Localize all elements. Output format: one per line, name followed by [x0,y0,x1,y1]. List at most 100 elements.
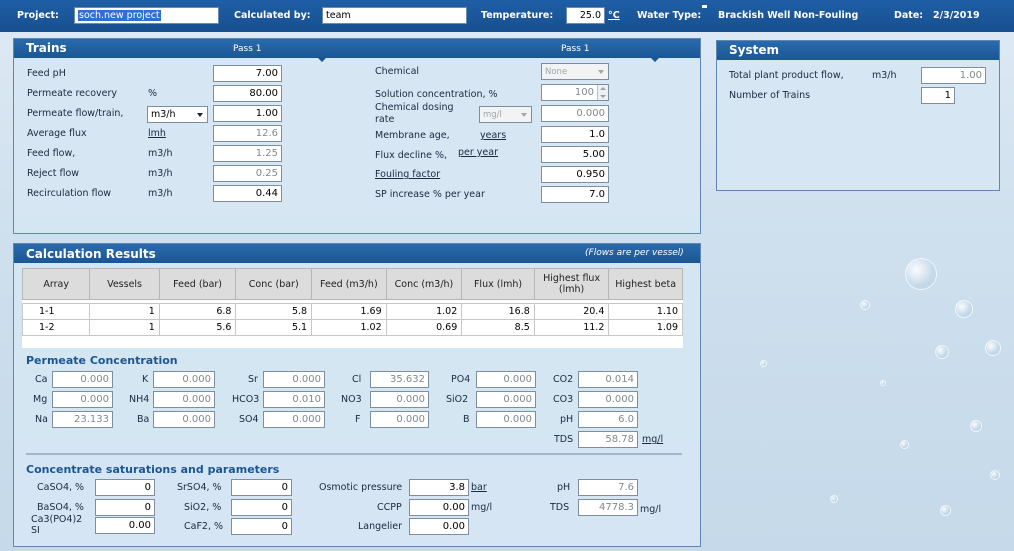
water-drop [860,300,870,310]
ion-label: NH4 [129,394,150,405]
total-product-flow-label: Total plant product flow, [729,70,844,81]
permeate-recovery-input[interactable]: 80.00 [213,85,282,102]
table-row: 1-1 1 6.8 5.8 1.69 1.02 16.8 20.4 1.10 [21,303,683,320]
total-product-flow-input[interactable]: 1.00 [921,67,986,84]
chemical-dosing-label-line2: rate [375,114,395,125]
srso4-label: SrSO4, % [177,482,222,493]
concentrate-tds-unit: mg/l [640,504,662,515]
ion-label: CO2 [553,374,574,385]
feed-ph-input[interactable]: 7.00 [213,65,282,82]
project-input[interactable]: soch.new project [74,7,219,24]
sp-increase-input[interactable]: 7.0 [541,186,609,203]
ion-value: 0.000 [370,391,429,408]
results-table: Array Vessels Feed (bar) Conc (bar) Feed… [21,268,683,336]
table-cell: 0.69 [385,319,463,336]
langelier-label: Langelier [358,521,403,532]
ion-value: 6.0 [578,411,638,428]
header-bar: Project: soch.new project Calculated by:… [0,0,1014,32]
water-drop [940,505,951,516]
pass-tab-arrow [651,58,659,62]
ion-value: 35.632 [370,371,429,388]
concentrate-tds-value: 4778.3 [578,499,638,516]
feed-flow-unit: m3/h [148,148,173,159]
membrane-age-input[interactable]: 1.0 [541,126,609,143]
permeate-flow-input[interactable]: 1.00 [213,105,282,122]
reject-flow-label: Reject flow [27,168,80,179]
solution-concentration-stepper[interactable]: 100 [541,84,609,101]
water-drop [905,258,937,290]
calculated-by-input[interactable]: team [322,7,467,24]
ion-label: HCO3 [232,394,260,405]
chemical-select[interactable]: None [541,63,609,80]
fouling-factor-link[interactable]: Fouling factor [375,169,440,180]
sio2-sat-label: SiO2, % [184,502,222,513]
caso4-value: 0 [95,479,155,496]
ion-label: PO4 [451,374,471,385]
ion-value: 0.000 [370,411,429,428]
permeate-tds-value: 58.78 [578,431,638,448]
langelier-value: 0.00 [409,518,469,535]
col-array: Array [21,268,91,300]
number-of-trains-label: Number of Trains [729,90,811,101]
table-cell: 11.2 [533,319,610,336]
flux-decline-label: Flux decline %, [375,150,448,161]
ion-value: 0.000 [578,391,638,408]
water-type-label: Water Type: [637,10,702,21]
chevron-down-icon [197,113,203,117]
pass-1-label-right[interactable]: Pass 1 [561,44,590,54]
ion-value: 0.000 [263,371,325,388]
membrane-age-unit-link[interactable]: years [480,130,506,141]
ion-value: 0.000 [52,391,113,408]
date-value: 2/3/2019 [933,10,980,21]
table-cell: 16.8 [461,303,535,320]
ion-label: SO4 [239,414,259,425]
system-panel: System [716,40,1000,191]
table-cell: 5.1 [235,319,313,336]
spinner-arrows-icon[interactable] [597,85,608,100]
pass-tab-arrow [318,58,326,62]
dosing-rate-value: 0.000 [541,105,609,122]
sio2-sat-value: 0 [231,499,292,516]
caf2-label: CaF2, % [184,521,224,532]
water-type-marker [702,5,707,8]
chemical-label: Chemical [375,66,420,77]
membrane-age-label: Membrane age, [375,130,450,141]
table-cell: 6.8 [158,303,237,320]
ion-value: 0.000 [153,391,215,408]
calculated-by-label: Calculated by: [234,10,311,21]
col-highest-beta: Highest beta [608,268,683,300]
ion-label: pH [560,414,574,425]
flux-decline-input[interactable]: 5.00 [541,146,609,163]
ion-label: Mg [33,394,48,405]
recirculation-flow-input[interactable]: 0.44 [213,185,282,202]
capo4-value: 0.00 [95,517,155,534]
ion-label: F [355,414,361,425]
number-of-trains-input[interactable]: 1 [921,87,955,104]
permeate-tds-unit-link[interactable]: mg/l [642,434,663,445]
osmotic-pressure-unit-link[interactable]: bar [471,482,487,493]
average-flux-label: Average flux [27,128,87,139]
average-flux-unit-link[interactable]: lmh [148,128,166,139]
table-cell: 1.09 [608,319,683,336]
feed-flow-value: 1.25 [213,145,282,162]
pass-1-label-left[interactable]: Pass 1 [233,44,262,54]
permeate-recovery-label: Permeate recovery [27,88,118,99]
water-type-value[interactable]: Brackish Well Non-Fouling [718,10,858,21]
dosing-unit-select[interactable]: mg/l [479,106,532,123]
ion-label: Cl [352,374,362,385]
flux-decline-unit-link[interactable]: per year [458,147,498,158]
osmotic-pressure-value: 3.8 [409,479,469,496]
ccpp-unit: mg/l [471,502,493,513]
table-cell: 1.69 [311,303,387,320]
fouling-factor-input[interactable]: 0.950 [541,166,609,183]
permeate-flow-unit-select[interactable]: m3/h [147,106,208,123]
water-drop [985,340,1001,356]
concentrate-ph-label: pH [557,482,571,493]
osmotic-pressure-label: Osmotic pressure [319,482,403,493]
water-drop [900,440,909,449]
system-header: System [717,41,999,60]
baso4-value: 0 [95,499,155,516]
ion-value: 23.133 [52,411,113,428]
temperature-input[interactable]: 25.0 [566,7,605,24]
temperature-unit[interactable]: °C [608,10,620,21]
